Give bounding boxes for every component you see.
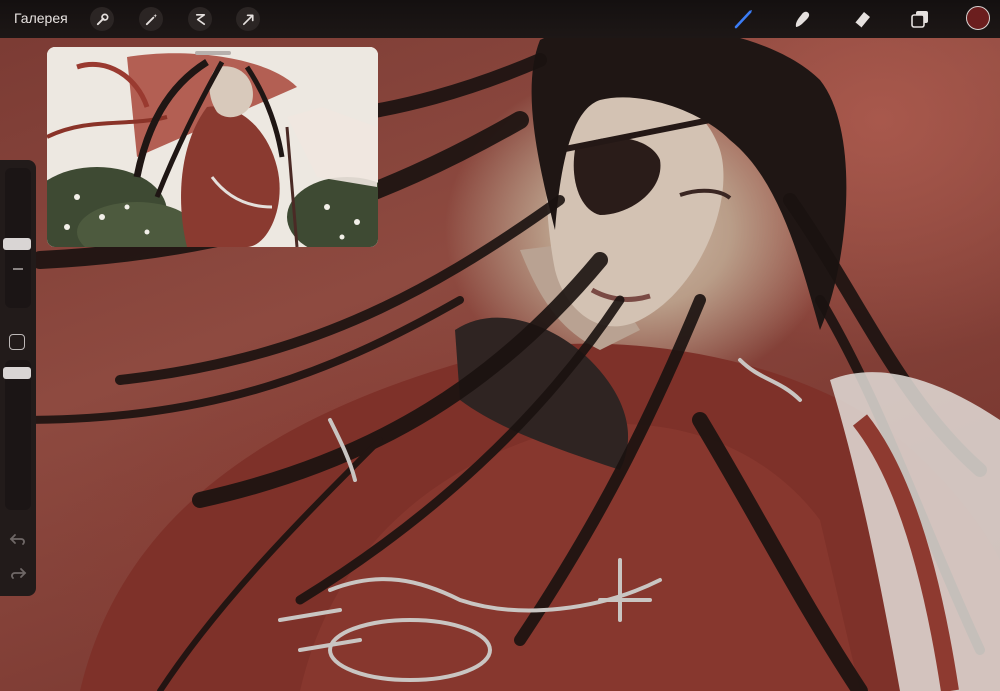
brush-size-thumb[interactable]: [3, 238, 31, 250]
opacity-slider[interactable]: [3, 360, 31, 510]
selection-button[interactable]: [188, 7, 212, 31]
slider-tick: [13, 268, 23, 270]
adjustments-button[interactable]: [139, 7, 163, 31]
undo-icon[interactable]: [9, 530, 27, 548]
left-sidebar: [0, 160, 36, 596]
magic-wand-icon: [145, 13, 157, 25]
wrench-icon: [96, 13, 108, 25]
transform-button[interactable]: [236, 7, 260, 31]
redo-icon[interactable]: [9, 564, 27, 582]
layers-icon: [911, 11, 928, 28]
selection-icon: [195, 13, 205, 25]
eraser-tool-button[interactable]: [850, 7, 874, 31]
reference-image: [47, 47, 378, 247]
smudge-tool-button[interactable]: [790, 7, 814, 31]
top-toolbar: Галерея: [0, 0, 1000, 38]
opacity-thumb[interactable]: [3, 367, 31, 379]
color-picker-button[interactable]: [966, 6, 990, 30]
reference-drag-handle[interactable]: [195, 51, 231, 55]
brush-icon: [734, 10, 752, 29]
layers-button[interactable]: [908, 7, 932, 31]
gallery-button[interactable]: Галерея: [14, 10, 68, 26]
brush-size-slider[interactable]: [3, 168, 31, 308]
actions-button[interactable]: [90, 7, 114, 31]
smudge-icon: [795, 11, 810, 27]
modify-button[interactable]: [9, 334, 25, 350]
transform-arrow-icon: [242, 13, 254, 25]
brush-tool-button[interactable]: [732, 7, 756, 31]
reference-window[interactable]: [47, 47, 378, 247]
eraser-icon: [854, 12, 870, 29]
